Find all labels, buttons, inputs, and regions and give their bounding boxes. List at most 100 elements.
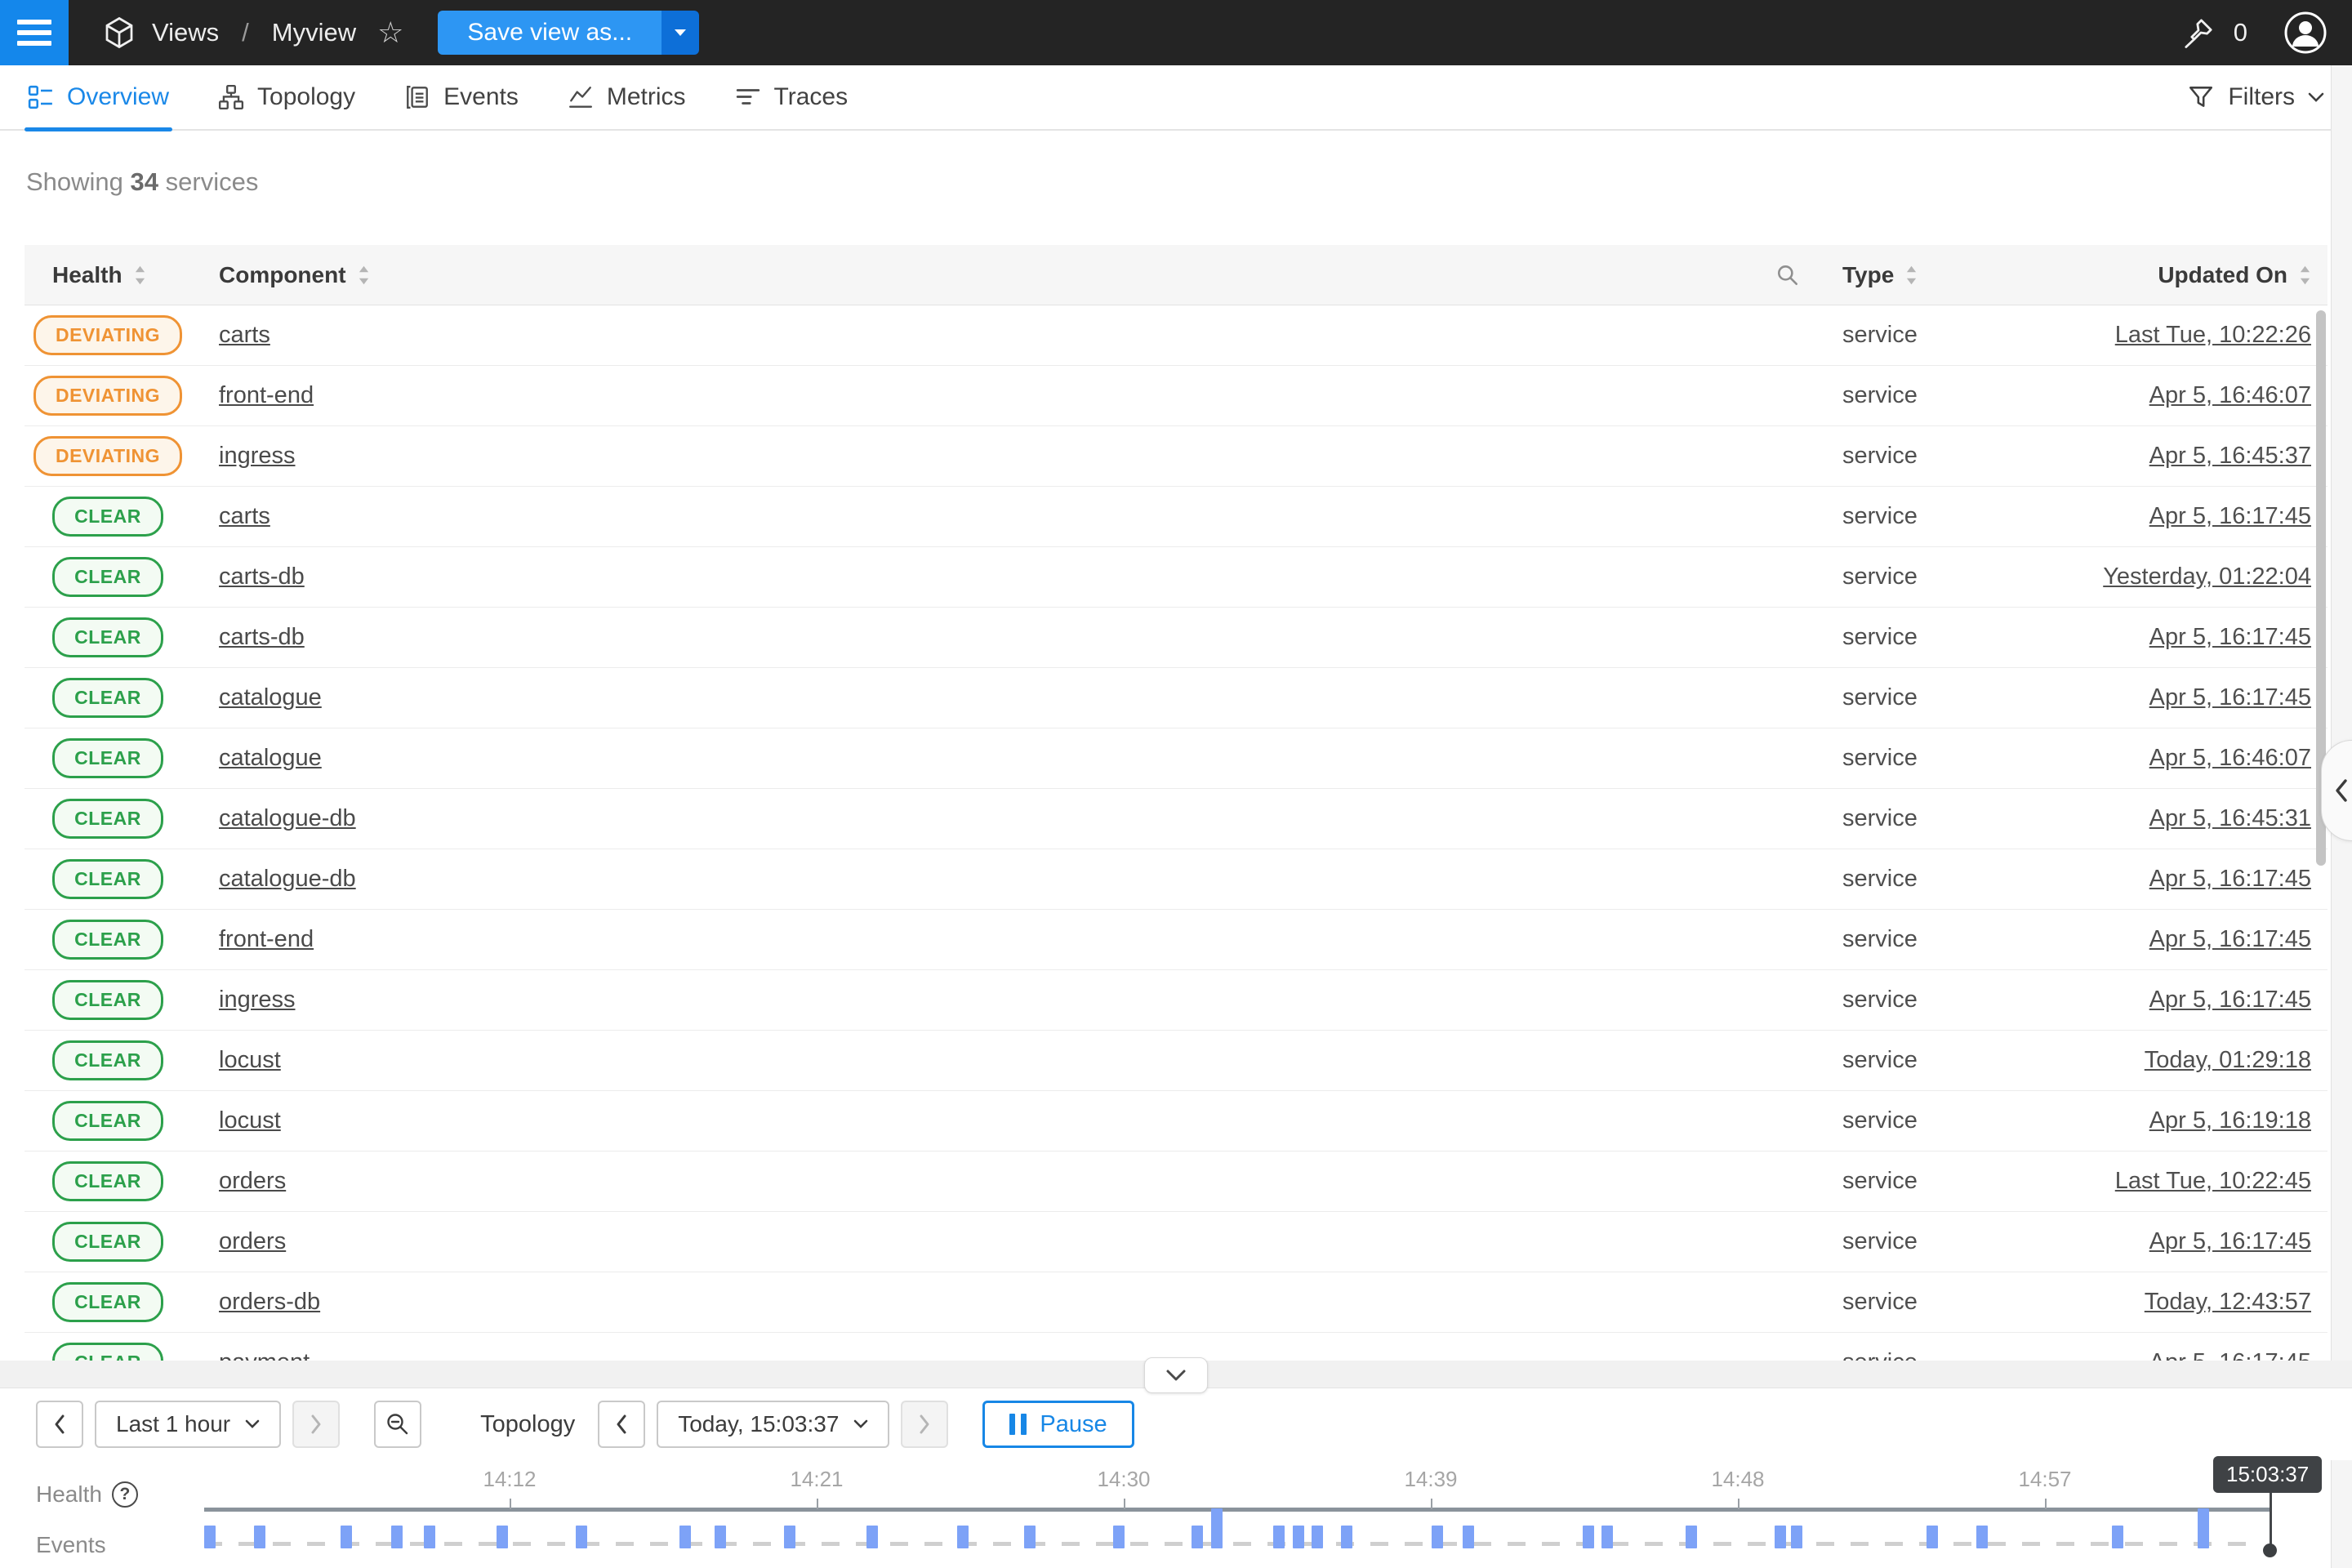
component-link[interactable]: locust	[219, 1047, 281, 1074]
event-bar[interactable]	[204, 1526, 216, 1548]
updated-on-link[interactable]: Apr 5, 16:17:45	[2149, 1349, 2311, 1361]
updated-on-link[interactable]: Today, 12:43:57	[2145, 1289, 2311, 1316]
pin-icon[interactable]	[2181, 16, 2216, 50]
component-link[interactable]: carts-db	[219, 624, 305, 651]
event-bar[interactable]	[1341, 1526, 1352, 1548]
user-avatar[interactable]	[2283, 11, 2328, 55]
sort-icon[interactable]	[2299, 265, 2311, 286]
column-header-updated-on[interactable]: Updated On	[2066, 262, 2328, 288]
event-bar[interactable]	[341, 1526, 352, 1548]
component-link[interactable]: carts	[219, 503, 270, 530]
updated-on-link[interactable]: Last Tue, 10:22:26	[2115, 322, 2311, 349]
table-row[interactable]: CLEAR locust service Apr 5, 16:19:18	[24, 1091, 2328, 1152]
event-bar[interactable]	[497, 1526, 508, 1548]
event-bar[interactable]	[957, 1526, 969, 1548]
sort-icon[interactable]	[1905, 265, 1918, 286]
table-row[interactable]: CLEAR carts-db service Apr 5, 16:17:45	[24, 608, 2328, 668]
event-bar[interactable]	[254, 1526, 265, 1548]
updated-on-link[interactable]: Apr 5, 16:17:45	[2149, 503, 2311, 530]
table-row[interactable]: CLEAR catalogue-db service Apr 5, 16:17:…	[24, 849, 2328, 910]
updated-on-link[interactable]: Apr 5, 16:17:45	[2149, 684, 2311, 711]
event-bar[interactable]	[1601, 1526, 1613, 1548]
event-bar[interactable]	[1113, 1526, 1125, 1548]
component-link[interactable]: front-end	[219, 382, 314, 409]
event-bar[interactable]	[1432, 1526, 1443, 1548]
favorite-star-icon[interactable]: ☆	[377, 16, 403, 50]
table-row[interactable]: DEVIATING front-end service Apr 5, 16:46…	[24, 366, 2328, 426]
updated-on-link[interactable]: Apr 5, 16:46:07	[2149, 382, 2311, 409]
updated-on-link[interactable]: Apr 5, 16:19:18	[2149, 1107, 2311, 1134]
column-header-component[interactable]: Component	[191, 262, 1821, 288]
event-bar[interactable]	[1192, 1526, 1203, 1548]
current-time-dot[interactable]	[2263, 1544, 2277, 1557]
event-bar[interactable]	[1976, 1526, 1988, 1548]
event-bar[interactable]	[1293, 1526, 1304, 1548]
sort-icon[interactable]	[358, 265, 370, 286]
updated-on-link[interactable]: Apr 5, 16:17:45	[2149, 624, 2311, 651]
component-link[interactable]: orders-db	[219, 1289, 320, 1316]
table-row[interactable]: CLEAR catalogue-db service Apr 5, 16:45:…	[24, 789, 2328, 849]
event-bar[interactable]	[576, 1526, 587, 1548]
right-panel-expand-button[interactable]	[2321, 740, 2352, 841]
hamburger-menu-button[interactable]	[0, 0, 69, 65]
search-icon[interactable]	[1775, 263, 1800, 287]
bottom-panel-collapse-button[interactable]	[1144, 1357, 1208, 1393]
table-row[interactable]: CLEAR carts service Apr 5, 16:17:45	[24, 487, 2328, 547]
table-row[interactable]: CLEAR ingress service Apr 5, 16:17:45	[24, 970, 2328, 1031]
updated-on-link[interactable]: Apr 5, 16:45:31	[2149, 805, 2311, 832]
table-row[interactable]: CLEAR catalogue service Apr 5, 16:17:45	[24, 668, 2328, 728]
event-bar[interactable]	[2198, 1508, 2209, 1548]
component-link[interactable]: catalogue	[219, 745, 322, 772]
breadcrumb-views[interactable]: Views	[152, 18, 219, 47]
table-row[interactable]: CLEAR carts-db service Yesterday, 01:22:…	[24, 547, 2328, 608]
help-icon[interactable]: ?	[112, 1481, 138, 1508]
event-bar[interactable]	[1024, 1526, 1036, 1548]
event-bar[interactable]	[866, 1526, 878, 1548]
table-row[interactable]: CLEAR payment service Apr 5, 16:17:45	[24, 1333, 2328, 1361]
table-row[interactable]: DEVIATING carts service Last Tue, 10:22:…	[24, 305, 2328, 366]
component-link[interactable]: locust	[219, 1107, 281, 1134]
save-view-dropdown-button[interactable]	[662, 11, 699, 55]
component-link[interactable]: catalogue-db	[219, 866, 356, 893]
table-row[interactable]: CLEAR orders service Apr 5, 16:17:45	[24, 1212, 2328, 1272]
table-row[interactable]: CLEAR catalogue service Apr 5, 16:46:07	[24, 728, 2328, 789]
component-link[interactable]: ingress	[219, 987, 296, 1013]
time-range-dropdown[interactable]: Last 1 hour	[95, 1401, 281, 1448]
event-bar[interactable]	[784, 1526, 795, 1548]
filters-button[interactable]: Filters	[2187, 83, 2324, 111]
tab-metrics[interactable]: Metrics	[564, 65, 689, 130]
component-link[interactable]: carts	[219, 322, 270, 349]
tab-topology[interactable]: Topology	[215, 65, 359, 130]
event-bar[interactable]	[1583, 1526, 1594, 1548]
event-bar[interactable]	[391, 1526, 403, 1548]
updated-on-link[interactable]: Apr 5, 16:17:45	[2149, 926, 2311, 953]
event-bar[interactable]	[715, 1526, 726, 1548]
event-bar[interactable]	[1775, 1526, 1786, 1548]
updated-on-link[interactable]: Apr 5, 16:17:45	[2149, 866, 2311, 893]
updated-on-link[interactable]: Apr 5, 16:46:07	[2149, 745, 2311, 772]
sort-icon[interactable]	[134, 265, 146, 286]
event-bar[interactable]	[1211, 1508, 1223, 1548]
zoom-out-button[interactable]	[374, 1401, 421, 1448]
updated-on-link[interactable]: Apr 5, 16:17:45	[2149, 987, 2311, 1013]
component-link[interactable]: carts-db	[219, 564, 305, 590]
table-row[interactable]: CLEAR front-end service Apr 5, 16:17:45	[24, 910, 2328, 970]
event-bar[interactable]	[1686, 1526, 1697, 1548]
updated-on-link[interactable]: Yesterday, 01:22:04	[2103, 564, 2311, 590]
column-header-type[interactable]: Type	[1821, 262, 2066, 288]
event-bar[interactable]	[424, 1526, 435, 1548]
component-link[interactable]: orders	[219, 1228, 286, 1255]
updated-on-link[interactable]: Apr 5, 16:45:37	[2149, 443, 2311, 470]
event-bar[interactable]	[1312, 1526, 1323, 1548]
tab-overview[interactable]: Overview	[24, 65, 172, 130]
tab-events[interactable]: Events	[401, 65, 522, 130]
timeline-axis[interactable]	[204, 1508, 2272, 1512]
current-time-dropdown[interactable]: Today, 15:03:37	[657, 1401, 889, 1448]
range-previous-button[interactable]	[36, 1401, 83, 1448]
updated-on-link[interactable]: Apr 5, 16:17:45	[2149, 1228, 2311, 1255]
event-bar[interactable]	[679, 1526, 691, 1548]
table-row[interactable]: DEVIATING ingress service Apr 5, 16:45:3…	[24, 426, 2328, 487]
save-view-button[interactable]: Save view as...	[438, 11, 662, 55]
component-link[interactable]: payment	[219, 1349, 310, 1361]
timeline[interactable]: Health ? Events 14:1214:2114:3014:3914:4…	[0, 1460, 2352, 1568]
